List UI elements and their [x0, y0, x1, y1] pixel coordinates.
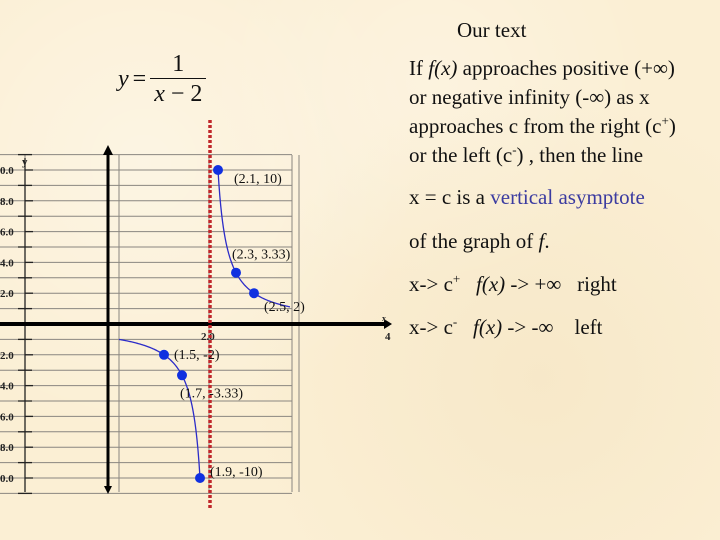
data-point-label: (2.3, 3.33) — [232, 248, 291, 263]
equation-lhs: y — [118, 66, 129, 92]
x-axis-label: x — [382, 314, 386, 323]
equation-equals: = — [132, 66, 147, 92]
axes: 2.0 4 x — [0, 145, 392, 494]
y-tick-label: 0.0 — [0, 473, 14, 485]
data-point-label: (1.5, -2) — [174, 348, 220, 363]
y-tick-label: 0.0 — [0, 165, 14, 177]
text-span: -> -∞ — [502, 315, 554, 339]
text-span: x = c is a — [409, 185, 491, 209]
text-span: ) — [668, 114, 676, 138]
y-axis-label: y — [22, 156, 28, 168]
equation-numerator: 1 — [172, 51, 185, 77]
text-span: approaches positive (+∞) — [457, 56, 675, 80]
y-tick-label: 4.0 — [0, 381, 14, 393]
curve-right-branch — [217, 169, 291, 308]
y-tick-label: 6.0 — [0, 227, 14, 239]
side-label: left — [574, 315, 603, 339]
definition-line-4: or the left (c-) , then the line — [409, 141, 643, 170]
text-span: x-> c — [409, 272, 453, 296]
definition-line-3: approaches c from the right (c+) — [409, 112, 676, 141]
equation-denominator: x − 2 — [150, 79, 206, 109]
vertical-asymptote-term: vertical asymptote — [490, 185, 645, 209]
y-axis-arrow-up-icon — [103, 145, 113, 155]
definition-line-2: or negative infinity (-∞) as x — [409, 85, 650, 109]
equation: y = 1 x − 2 — [118, 50, 207, 109]
definition-line-1: If f(x) approaches positive (+∞) — [409, 54, 675, 83]
y-tick-label: 4.0 — [0, 257, 14, 269]
data-point — [195, 473, 205, 483]
fx-term: f(x) — [428, 56, 458, 80]
definition-line-5: x = c is a vertical asymptote — [409, 183, 645, 212]
x-tick-label: 2.0 — [201, 331, 215, 343]
text-span: of the graph of — [409, 229, 539, 253]
fx-term: f(x) — [473, 315, 503, 339]
superscript: + — [661, 113, 669, 128]
side-label: right — [577, 272, 617, 296]
data-point — [231, 267, 241, 278]
text-span: -> +∞ — [505, 272, 562, 296]
denominator-rest: − 2 — [164, 81, 203, 107]
text-span: If — [409, 56, 429, 80]
equation-fraction: 1 x − 2 — [150, 50, 207, 109]
y-tick-label: 6.0 — [0, 411, 14, 423]
rule-left: x-> c- f(x) -> -∞ left — [409, 313, 602, 342]
text-span: or the left (c — [409, 143, 513, 167]
data-point-label: (1.9, -10) — [210, 465, 263, 480]
data-point-label: (2.1, 10) — [234, 172, 282, 187]
data-point — [159, 349, 169, 360]
data-point — [177, 370, 187, 381]
y-tick-label: 8.0 — [0, 196, 14, 208]
denominator-var: x — [154, 81, 165, 107]
y-tick-label: 2.0 — [0, 288, 14, 300]
text-title: Our text — [457, 18, 527, 42]
text-span: . — [544, 229, 550, 253]
superscript: + — [452, 271, 461, 286]
x-tick-label: 4 — [385, 331, 391, 343]
data-point-label: (2.5, 2) — [264, 300, 305, 315]
y-tick-label: 8.0 — [0, 442, 14, 454]
text-span: ) , then the line — [516, 143, 644, 167]
fx-term: f(x) — [476, 272, 506, 296]
data-point — [213, 165, 223, 175]
data-point-label: (1.7, -3.33) — [180, 386, 243, 401]
text-span: approaches c from the right (c — [409, 114, 662, 138]
rule-right: x-> c+ f(x) -> +∞ right — [409, 270, 617, 299]
y-tick-label: 2.0 — [0, 350, 14, 362]
superscript: - — [452, 314, 458, 329]
definition-line-6: of the graph of f. — [409, 227, 550, 256]
text-span: x-> c — [409, 315, 453, 339]
y-axis-arrow-down-icon — [104, 486, 112, 494]
data-point — [249, 288, 259, 299]
